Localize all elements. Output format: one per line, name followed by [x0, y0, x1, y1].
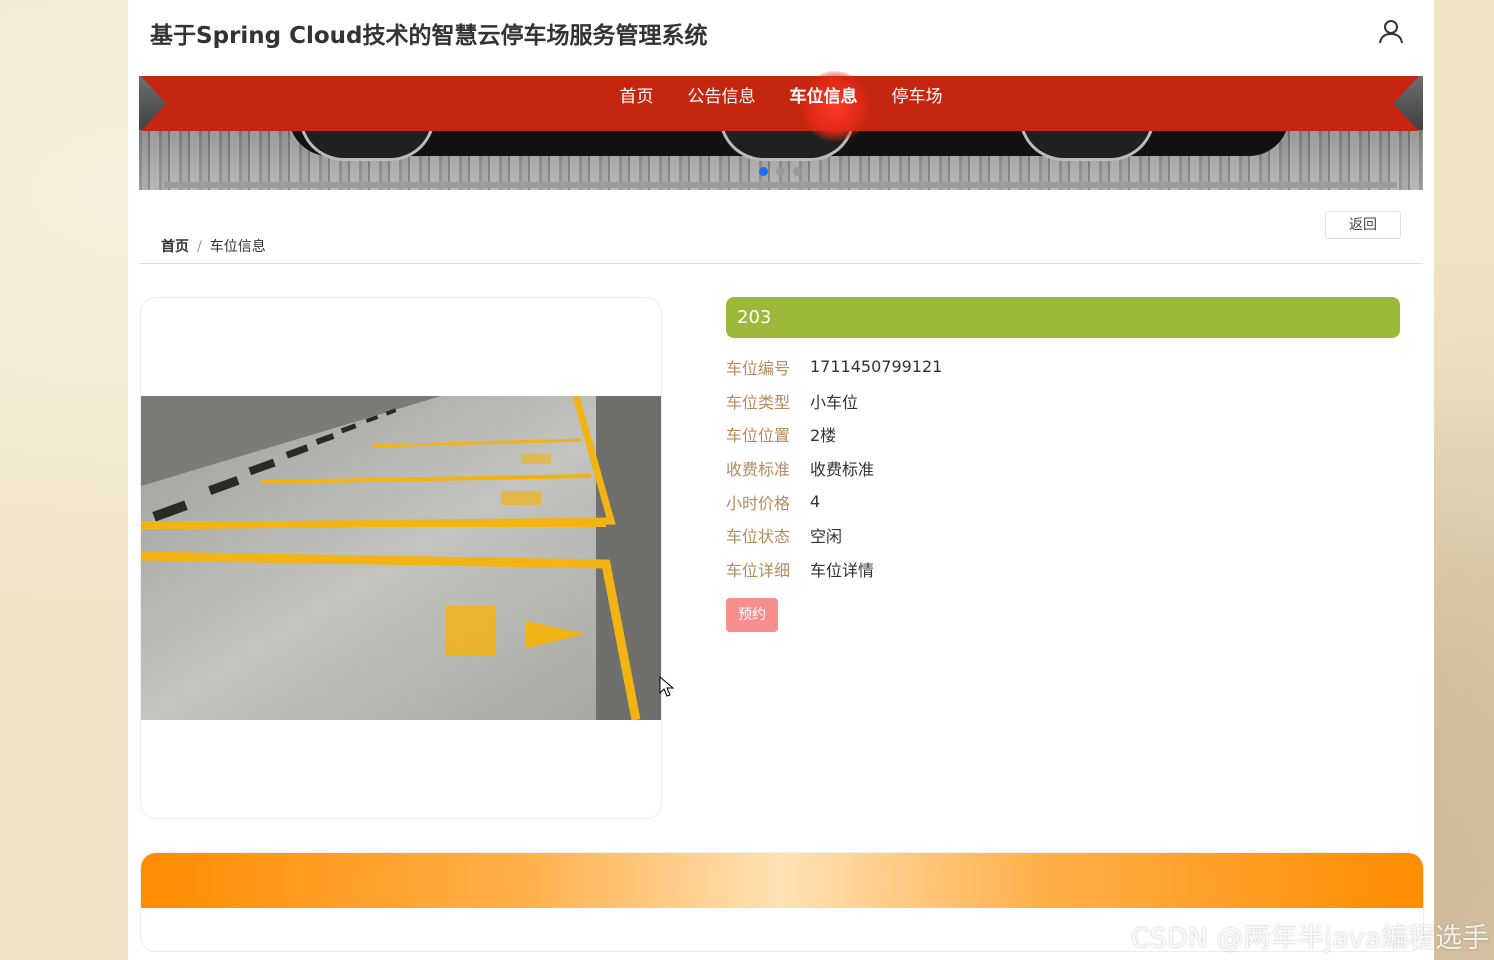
field-hourly-price: 小时价格 4	[726, 485, 942, 519]
carousel-dot[interactable]	[759, 167, 768, 176]
field-space-location: 车位位置 2楼	[726, 417, 942, 451]
nav-item-announcements[interactable]: 公告信息	[671, 76, 773, 118]
field-label: 车位位置	[726, 426, 791, 446]
nav-item-parking-lots[interactable]: 停车场	[875, 76, 960, 118]
field-space-number: 车位编号 1711450799121	[726, 350, 942, 384]
field-space-details: 车位详细 车位详情	[726, 552, 942, 586]
banner-floor-line	[164, 182, 1397, 188]
nav-item-home[interactable]: 首页	[603, 76, 671, 118]
field-value: 4	[810, 492, 821, 512]
field-value: 空闲	[810, 527, 843, 547]
reserve-button[interactable]: 预约	[726, 598, 778, 632]
field-label: 车位编号	[726, 358, 791, 378]
site-title: 基于Spring Cloud技术的智慧云停车场服务管理系统	[150, 23, 708, 49]
parking-space-image	[141, 396, 661, 720]
divider	[139, 263, 1423, 264]
field-space-status: 车位状态 空闲	[726, 518, 942, 552]
field-value: 小车位	[810, 392, 859, 412]
field-label: 车位状态	[726, 527, 791, 547]
section-header-band	[141, 853, 1423, 908]
field-value: 收费标准	[810, 459, 875, 479]
field-value: 1711450799121	[810, 357, 943, 377]
field-label: 收费标准	[726, 459, 791, 479]
field-value: 车位详情	[810, 560, 875, 580]
page-container: 基于Spring Cloud技术的智慧云停车场服务管理系统 首页 公告信息 车位…	[128, 0, 1434, 960]
field-value: 2楼	[810, 426, 837, 446]
field-space-type: 车位类型 小车位	[726, 384, 942, 418]
field-label: 小时价格	[726, 493, 791, 513]
csdn-watermark: CSDN @两年半java编程选手	[1131, 923, 1490, 954]
detail-fields: 车位编号 1711450799121 车位类型 小车位 车位位置 2楼 收费标准…	[726, 350, 942, 586]
breadcrumb: 首页 / 车位信息	[161, 236, 266, 256]
user-icon[interactable]	[1378, 18, 1404, 44]
breadcrumb-current: 车位信息	[209, 239, 266, 255]
back-button[interactable]: 返回	[1325, 211, 1401, 239]
carousel-indicators	[759, 167, 802, 176]
breadcrumb-home[interactable]: 首页	[161, 239, 189, 255]
field-label: 车位详细	[726, 560, 791, 580]
carousel-dot[interactable]	[776, 167, 785, 176]
mouse-cursor-icon	[659, 676, 675, 697]
parking-image-card	[140, 297, 662, 819]
carousel-dot[interactable]	[793, 167, 802, 176]
field-fee-standard: 收费标准 收费标准	[726, 451, 942, 485]
breadcrumb-separator: /	[197, 239, 202, 255]
nav-item-parking-spaces[interactable]: 车位信息	[773, 76, 875, 118]
parking-space-title: 203	[726, 297, 1400, 338]
field-label: 车位类型	[726, 392, 791, 412]
main-nav: 首页 公告信息 车位信息 停车场	[128, 76, 1434, 118]
